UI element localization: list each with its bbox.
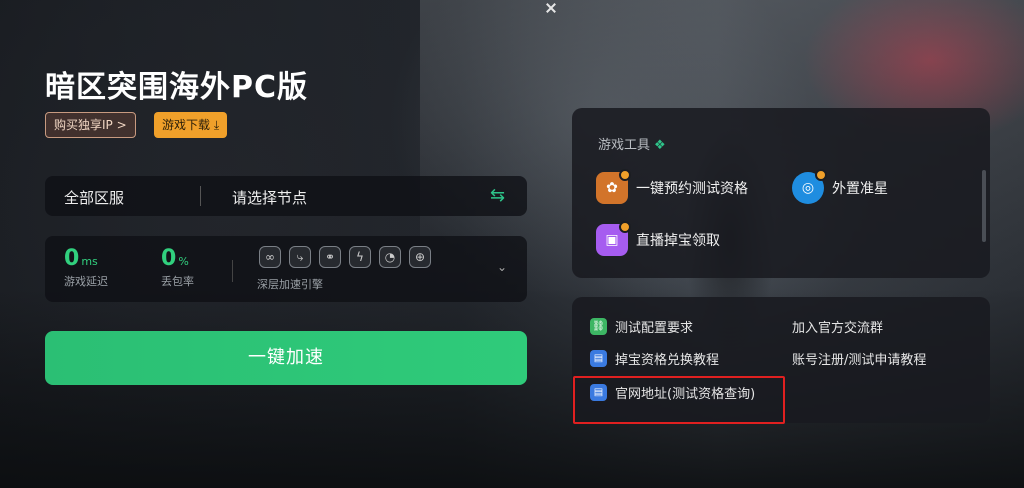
tool-label: 直播掉宝领取 <box>636 233 720 249</box>
speed-gauge-icon[interactable]: ◔ <box>379 246 401 268</box>
node-select[interactable]: 请选择节点 <box>232 187 307 208</box>
link-label: 加入官方交流群 <box>792 321 884 336</box>
page-title: 暗区突围海外PC版 <box>45 70 309 105</box>
engine-icons: ∞ ⤷ ⚭ ϟ ◔ ⊕ <box>259 246 431 268</box>
scrollbar[interactable] <box>982 170 986 242</box>
game-tools-panel: 游戏工具 ❖ ✿ 一键预约测试资格 ◎ 外置准星 ▣ 直播掉宝领取 <box>572 108 990 278</box>
loss-unit: % <box>178 255 189 268</box>
tool-crosshair[interactable]: ◎ 外置准星 <box>792 169 888 204</box>
link-register-tutorial[interactable]: 账号注册/测试申请教程 <box>792 349 926 368</box>
tool-reserve-test[interactable]: ✿ 一键预约测试资格 <box>596 169 748 204</box>
accelerate-button[interactable]: 一键加速 <box>45 331 527 385</box>
download-circle-icon[interactable]: ⊕ <box>409 246 431 268</box>
divider <box>200 186 201 206</box>
delay-label: 游戏延迟 <box>64 275 108 288</box>
loss-stat: 0% 丢包率 <box>161 246 194 289</box>
link-icon: ⛓ <box>590 318 607 335</box>
highlight-box <box>573 376 785 424</box>
multi-link-icon[interactable]: ⚭ <box>319 246 341 268</box>
divider <box>232 260 233 282</box>
cube-icon: ❖ <box>654 138 666 153</box>
swap-icon[interactable]: ⇆ <box>490 185 505 206</box>
delay-stat: 0 ms 游戏延迟 <box>64 246 108 289</box>
link-icon[interactable]: ∞ <box>259 246 281 268</box>
link-label: 账号注册/测试申请教程 <box>792 353 927 368</box>
stats-panel: 0 ms 游戏延迟 0% 丢包率 ∞ ⤷ ⚭ ϟ ◔ ⊕ 深层加速引擎 ⌄ <box>45 236 527 302</box>
region-select[interactable]: 全部区服 <box>64 187 124 208</box>
download-button[interactable]: 游戏下载 ⤓ <box>154 112 228 138</box>
chevron-down-icon[interactable]: ⌄ <box>497 260 507 274</box>
link-join-group[interactable]: 加入官方交流群 <box>792 317 883 336</box>
link-label: 掉宝资格兑换教程 <box>615 353 720 368</box>
link-drop-tutorial[interactable]: ▤ 掉宝资格兑换教程 <box>590 349 719 368</box>
loss-value: 0 <box>161 246 177 271</box>
tools-header: 游戏工具 ❖ <box>598 134 666 153</box>
delay-unit: ms <box>81 255 98 268</box>
tool-live-drops[interactable]: ▣ 直播掉宝领取 <box>596 221 720 256</box>
tools-header-label: 游戏工具 <box>598 138 651 153</box>
tool-label: 外置准星 <box>832 181 888 197</box>
buy-ip-button[interactable]: 购买独享IP > <box>45 112 136 138</box>
tutorial-icon: ▤ <box>590 350 607 367</box>
tool-label: 一键预约测试资格 <box>636 181 748 197</box>
close-icon[interactable] <box>545 2 557 14</box>
crosshair-icon: ◎ <box>792 169 827 204</box>
engine-label: 深层加速引擎 <box>257 278 323 291</box>
live-stream-icon: ▣ <box>596 221 631 256</box>
route-icon[interactable]: ⤷ <box>289 246 311 268</box>
server-selector: 全部区服 请选择节点 ⇆ <box>45 176 527 216</box>
link-test-config[interactable]: ⛓ 测试配置要求 <box>590 317 693 336</box>
lightning-icon[interactable]: ϟ <box>349 246 371 268</box>
loss-label: 丢包率 <box>161 275 194 288</box>
delay-value: 0 <box>64 246 80 271</box>
link-label: 测试配置要求 <box>615 321 694 336</box>
calendar-reserve-icon: ✿ <box>596 169 631 204</box>
